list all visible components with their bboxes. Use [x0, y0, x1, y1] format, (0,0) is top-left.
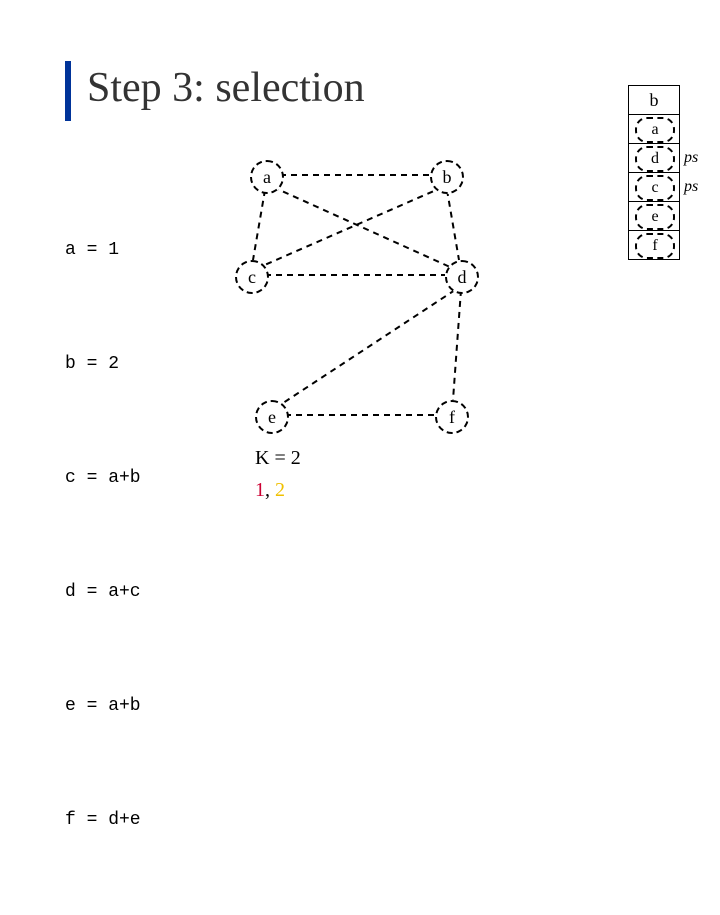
color-separator: ,	[265, 479, 275, 501]
stack-tag: ps	[684, 173, 698, 201]
stack-node: a	[635, 117, 675, 143]
interference-graph: a b c d e f	[225, 145, 515, 465]
color-1: 1	[255, 479, 265, 501]
def-line: b = 2	[65, 345, 141, 383]
k-value: K = 2	[255, 447, 301, 470]
graph-node-f: f	[435, 400, 469, 434]
color-2: 2	[275, 479, 285, 501]
graph-node-a: a	[250, 160, 284, 194]
graph-node-b: b	[430, 160, 464, 194]
stack-row: f	[628, 230, 680, 260]
title-group: Step 3: selection	[65, 55, 365, 121]
stack-node: f	[635, 233, 675, 259]
stack-node: e	[635, 204, 675, 230]
stack-row: d ps	[628, 143, 680, 172]
stack-node: d	[635, 146, 675, 172]
stack-row: a	[628, 114, 680, 143]
def-line: c = a+b	[65, 459, 141, 497]
stack-row: c ps	[628, 172, 680, 201]
graph-node-d: d	[445, 260, 479, 294]
select-stack: b a d ps c ps e f	[628, 85, 680, 260]
def-line: e = a+b	[65, 687, 141, 725]
definitions-list: a = 1 b = 2 c = a+b d = a+c e = a+b f = …	[65, 155, 141, 915]
stack-row: e	[628, 201, 680, 230]
stack-top: b	[628, 85, 680, 114]
color-list: 1, 2	[255, 479, 285, 502]
stack-node: c	[635, 175, 675, 201]
graph-node-e: e	[255, 400, 289, 434]
stack-tag: ps	[684, 144, 698, 172]
slide-title: Step 3: selection	[87, 66, 365, 110]
title-accent-bar	[65, 61, 71, 121]
slide-root: Step 3: selection a = 1 b = 2 c = a+b d …	[0, 0, 720, 540]
def-line: f = d+e	[65, 801, 141, 839]
graph-node-c: c	[235, 260, 269, 294]
def-line: a = 1	[65, 231, 141, 269]
def-line: d = a+c	[65, 573, 141, 611]
